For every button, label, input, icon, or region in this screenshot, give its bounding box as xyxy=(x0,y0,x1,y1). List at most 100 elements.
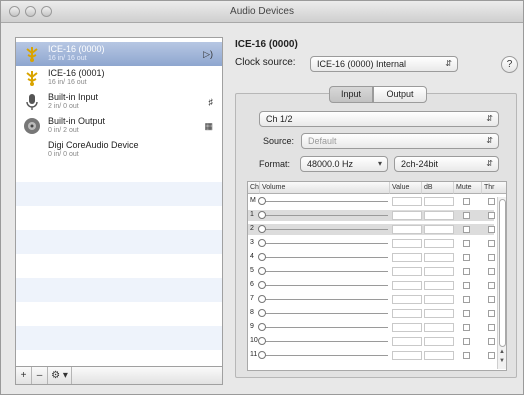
thru-checkbox[interactable] xyxy=(488,324,495,331)
device-item-builtin-input[interactable]: Built-in Input 2 in/ 0 out ♯ xyxy=(16,90,222,114)
volume-slider-track[interactable] xyxy=(262,313,388,314)
volume-slider-track[interactable] xyxy=(262,215,388,216)
value-field[interactable] xyxy=(392,267,422,276)
tab-output[interactable]: Output xyxy=(373,86,427,103)
volume-slider-track[interactable] xyxy=(262,285,388,286)
volume-slider-knob[interactable] xyxy=(258,337,266,345)
volume-slider-knob[interactable] xyxy=(258,323,266,331)
action-menu-button[interactable]: ⚙ ▾ xyxy=(48,367,72,384)
db-field[interactable] xyxy=(424,309,454,318)
device-item-builtin-output[interactable]: Built-in Output 0 in/ 2 out ▦ xyxy=(16,114,222,138)
value-field[interactable] xyxy=(392,351,422,360)
volume-slider-track[interactable] xyxy=(262,299,388,300)
thru-checkbox[interactable] xyxy=(488,198,495,205)
device-item-ice16-0001[interactable]: ICE-16 (0001) 16 in/ 16 out xyxy=(16,66,222,90)
volume-slider-knob[interactable] xyxy=(258,295,266,303)
mute-checkbox[interactable] xyxy=(463,212,470,219)
db-field[interactable] xyxy=(424,239,454,248)
volume-slider-knob[interactable] xyxy=(258,351,266,359)
value-field[interactable] xyxy=(392,225,422,234)
thru-checkbox[interactable] xyxy=(488,212,495,219)
mute-checkbox[interactable] xyxy=(463,296,470,303)
thru-checkbox[interactable] xyxy=(488,226,495,233)
volume-slider-track[interactable] xyxy=(262,355,388,356)
thru-checkbox[interactable] xyxy=(488,310,495,317)
mute-checkbox[interactable] xyxy=(463,310,470,317)
channel-row: 6 xyxy=(248,280,495,291)
value-field[interactable] xyxy=(392,211,422,220)
volume-slider-track[interactable] xyxy=(262,243,388,244)
volume-slider-knob[interactable] xyxy=(258,267,266,275)
channel-row: 4 xyxy=(248,252,495,263)
channel-number: 6 xyxy=(250,281,254,288)
mute-checkbox[interactable] xyxy=(463,198,470,205)
value-field[interactable] xyxy=(392,253,422,262)
value-field[interactable] xyxy=(392,281,422,290)
volume-slider-knob[interactable] xyxy=(258,197,266,205)
value-field[interactable] xyxy=(392,295,422,304)
remove-device-button[interactable]: – xyxy=(32,367,48,384)
volume-slider-knob[interactable] xyxy=(258,309,266,317)
volume-slider-track[interactable] xyxy=(262,201,388,202)
volume-slider-track[interactable] xyxy=(262,341,388,342)
mute-checkbox[interactable] xyxy=(463,254,470,261)
db-field[interactable] xyxy=(424,295,454,304)
tab-input[interactable]: Input xyxy=(329,86,373,103)
device-list[interactable]: ICE-16 (0000) 16 in/ 16 out ▷) ICE-16 (0… xyxy=(15,37,223,367)
db-field[interactable] xyxy=(424,253,454,262)
db-field[interactable] xyxy=(424,197,454,206)
value-field[interactable] xyxy=(392,309,422,318)
device-channels: 0 in/ 0 out xyxy=(48,151,79,158)
device-item-ice16-0000[interactable]: ICE-16 (0000) 16 in/ 16 out ▷) xyxy=(16,42,222,66)
mute-checkbox[interactable] xyxy=(463,282,470,289)
db-field[interactable] xyxy=(424,323,454,332)
sample-rate-select[interactable]: 48000.0 Hz ▾ xyxy=(300,156,388,172)
title-bar[interactable]: Audio Devices xyxy=(1,1,523,23)
volume-slider-knob[interactable] xyxy=(258,211,266,219)
value-field[interactable] xyxy=(392,323,422,332)
help-button[interactable]: ? xyxy=(501,56,518,73)
thru-checkbox[interactable] xyxy=(488,338,495,345)
thru-checkbox[interactable] xyxy=(488,240,495,247)
mute-checkbox[interactable] xyxy=(463,352,470,359)
volume-slider-knob[interactable] xyxy=(258,239,266,247)
thru-checkbox[interactable] xyxy=(488,296,495,303)
thru-checkbox[interactable] xyxy=(488,268,495,275)
table-scrollbar[interactable]: ▲ ▼ xyxy=(497,197,506,369)
volume-slider-knob[interactable] xyxy=(258,253,266,261)
add-device-button[interactable]: + xyxy=(16,367,32,384)
list-stripe xyxy=(16,326,222,350)
volume-slider-track[interactable] xyxy=(262,327,388,328)
device-item-digi-coreaudio[interactable]: Digi CoreAudio Device 0 in/ 0 out xyxy=(16,138,222,162)
mute-checkbox[interactable] xyxy=(463,226,470,233)
scroll-down-icon[interactable]: ▼ xyxy=(499,358,505,364)
volume-slider-knob[interactable] xyxy=(258,225,266,233)
channel-format-select[interactable]: 2ch-24bit ⇵ xyxy=(394,156,499,172)
db-field[interactable] xyxy=(424,225,454,234)
thru-checkbox[interactable] xyxy=(488,282,495,289)
db-field[interactable] xyxy=(424,211,454,220)
value-field[interactable] xyxy=(392,337,422,346)
thru-checkbox[interactable] xyxy=(488,254,495,261)
db-field[interactable] xyxy=(424,281,454,290)
mute-checkbox[interactable] xyxy=(463,338,470,345)
db-field[interactable] xyxy=(424,267,454,276)
volume-slider-track[interactable] xyxy=(262,271,388,272)
volume-slider-track[interactable] xyxy=(262,229,388,230)
volume-slider-knob[interactable] xyxy=(258,281,266,289)
scroll-up-icon[interactable]: ▲ xyxy=(499,349,505,355)
db-field[interactable] xyxy=(424,351,454,360)
scrollbar-thumb[interactable] xyxy=(499,199,506,347)
format-label: Format: xyxy=(259,159,291,169)
mute-checkbox[interactable] xyxy=(463,324,470,331)
clock-source-select[interactable]: ICE-16 (0000) Internal ⇵ xyxy=(310,56,458,72)
volume-slider-track[interactable] xyxy=(262,257,388,258)
channel-select[interactable]: Ch 1/2 ⇵ xyxy=(259,111,499,127)
db-field[interactable] xyxy=(424,337,454,346)
thru-checkbox[interactable] xyxy=(488,352,495,359)
mute-checkbox[interactable] xyxy=(463,240,470,247)
source-select[interactable]: Default ⇵ xyxy=(301,133,499,149)
value-field[interactable] xyxy=(392,239,422,248)
mute-checkbox[interactable] xyxy=(463,268,470,275)
value-field[interactable] xyxy=(392,197,422,206)
